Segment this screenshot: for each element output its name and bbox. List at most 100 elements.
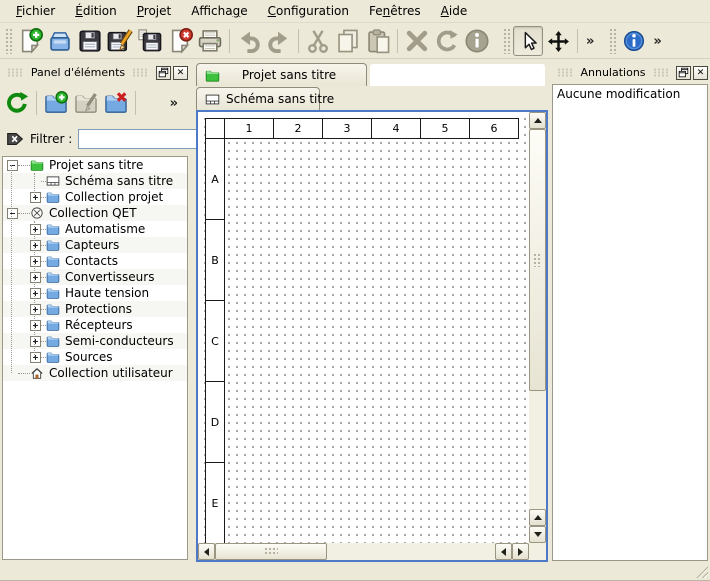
reload-collections-button[interactable] <box>2 88 32 118</box>
tree-item-protections[interactable]: Protections <box>3 301 187 317</box>
vertical-scrollbar[interactable] <box>529 112 546 543</box>
menu-configuration[interactable]: Configuration <box>258 1 359 21</box>
close-panel-button[interactable]: ✕ <box>693 66 708 80</box>
collapse-icon[interactable] <box>7 208 18 219</box>
expand-icon[interactable] <box>30 192 41 203</box>
schema-icon <box>46 174 61 188</box>
horizontal-scrollbar-thumb[interactable] <box>215 543 327 560</box>
arrow-up-icon <box>534 118 542 123</box>
tree-item-collection-projet[interactable]: Collection projet <box>3 189 187 205</box>
tree-item-convertisseurs[interactable]: Convertisseurs <box>3 269 187 285</box>
close-panel-button[interactable]: ✕ <box>173 66 188 80</box>
pan-mode-button[interactable] <box>543 26 573 56</box>
collapse-icon[interactable] <box>7 160 18 171</box>
diagram-canvas[interactable]: 123456 ABCDE <box>198 112 529 543</box>
toolbar-handle[interactable] <box>503 28 510 54</box>
undo-icon <box>236 28 262 54</box>
folder-green-icon <box>30 158 45 172</box>
menu-fichier[interactable]: Fichier <box>6 1 65 21</box>
scroll-right-button[interactable] <box>512 543 529 560</box>
scroll-up-button-2[interactable] <box>529 509 546 526</box>
project-tab-bar: Projet sans titre <box>196 62 548 86</box>
horizontal-scrollbar[interactable] <box>198 543 529 560</box>
save-as-button[interactable] <box>105 26 135 56</box>
select-mode-button[interactable] <box>513 26 543 56</box>
paste-button[interactable] <box>363 26 393 56</box>
float-panel-button[interactable] <box>156 66 171 80</box>
undo-button[interactable] <box>234 26 264 56</box>
arrow-up-icon <box>534 515 542 520</box>
print-button[interactable] <box>195 26 225 56</box>
toolbar-extension-panel-button[interactable]: » <box>166 96 182 111</box>
tree-item-label: Protections <box>65 302 132 316</box>
tree-item-contacts[interactable]: Contacts <box>3 253 187 269</box>
tree-item-schema-sans-titre[interactable]: Schéma sans titre <box>3 173 187 189</box>
clear-filter-button[interactable] <box>6 130 24 148</box>
menu-projet[interactable]: Projet <box>127 1 181 21</box>
tree-item-recepteurs[interactable]: Récepteurs <box>3 317 187 333</box>
elements-panel-titlebar[interactable]: Panel d'éléments ✕ <box>2 63 190 82</box>
undo-list-item[interactable]: Aucune modification <box>553 85 707 103</box>
tab-projet-sans-titre[interactable]: Projet sans titre <box>196 63 367 86</box>
horizontal-scrollbar-track[interactable] <box>327 543 495 560</box>
close-file-button[interactable] <box>165 26 195 56</box>
tree-item-semi-conducteurs[interactable]: Semi-conducteurs <box>3 333 187 349</box>
circle-x-icon <box>30 206 45 220</box>
scroll-up-button[interactable] <box>529 112 546 129</box>
toolbar-handle[interactable] <box>5 28 12 54</box>
selection-properties-button[interactable] <box>462 26 492 56</box>
vertical-scrollbar-thumb[interactable] <box>529 129 546 391</box>
toolbar-handle[interactable] <box>609 28 616 54</box>
undo-panel-titlebar[interactable]: Annulations ✕ <box>552 63 708 82</box>
toolbar-extension-modes-button[interactable]: » <box>582 34 598 49</box>
scroll-left-button[interactable] <box>198 543 215 560</box>
tab-schema-sans-titre[interactable]: Schéma sans titre <box>196 87 320 110</box>
save-all-button[interactable] <box>135 26 165 56</box>
rotate-icon <box>434 28 460 54</box>
new-category-button[interactable] <box>41 88 71 118</box>
menu-fenetres[interactable]: Fenêtres <box>359 1 431 21</box>
size-grip[interactable] <box>695 565 708 578</box>
expand-icon[interactable] <box>30 256 41 267</box>
rotate-selection-button[interactable] <box>432 26 462 56</box>
cut-button[interactable] <box>303 26 333 56</box>
delete-category-button[interactable] <box>101 88 131 118</box>
menu-edition[interactable]: Édition <box>65 1 127 21</box>
expand-icon[interactable] <box>30 304 41 315</box>
vertical-scrollbar-track[interactable] <box>529 391 546 509</box>
copy-button[interactable] <box>333 26 363 56</box>
expand-icon[interactable] <box>30 288 41 299</box>
tree-item-collection-qet[interactable]: Collection QET <box>3 205 187 221</box>
project-folder-icon <box>205 68 220 83</box>
floppy-icon <box>77 28 103 54</box>
scroll-left-button-2[interactable] <box>495 543 512 560</box>
expand-icon[interactable] <box>30 320 41 331</box>
new-document-button[interactable] <box>15 26 45 56</box>
tree-item-capteurs[interactable]: Capteurs <box>3 237 187 253</box>
arrow-left-icon <box>501 548 506 556</box>
expand-icon[interactable] <box>30 352 41 363</box>
save-button[interactable] <box>75 26 105 56</box>
tree-item-projet-sans-titre[interactable]: Projet sans titre <box>3 157 187 173</box>
menu-aide[interactable]: Aide <box>431 1 478 21</box>
expand-icon[interactable] <box>30 224 41 235</box>
edit-category-button[interactable] <box>71 88 101 118</box>
scroll-down-button[interactable] <box>529 526 546 543</box>
menu-affichage[interactable]: Affichage <box>181 1 257 21</box>
delete-selection-button[interactable] <box>402 26 432 56</box>
expand-icon[interactable] <box>30 272 41 283</box>
redo-button[interactable] <box>264 26 294 56</box>
tree-item-automatisme[interactable]: Automatisme <box>3 221 187 237</box>
redo-icon <box>266 28 292 54</box>
folder-blue-icon <box>46 302 61 316</box>
toolbar-extension-info-button[interactable]: » <box>649 34 665 49</box>
float-panel-button[interactable] <box>676 66 691 80</box>
expand-icon[interactable] <box>30 336 41 347</box>
open-project-button[interactable] <box>45 26 75 56</box>
expand-icon[interactable] <box>30 240 41 251</box>
tree-item-sources[interactable]: Sources <box>3 349 187 365</box>
tree-item-haute-tension[interactable]: Haute tension <box>3 285 187 301</box>
tree-item-collection-utilisateur[interactable]: Collection utilisateur <box>3 365 187 381</box>
tree-item-label: Haute tension <box>65 286 149 300</box>
about-button[interactable] <box>619 26 649 56</box>
